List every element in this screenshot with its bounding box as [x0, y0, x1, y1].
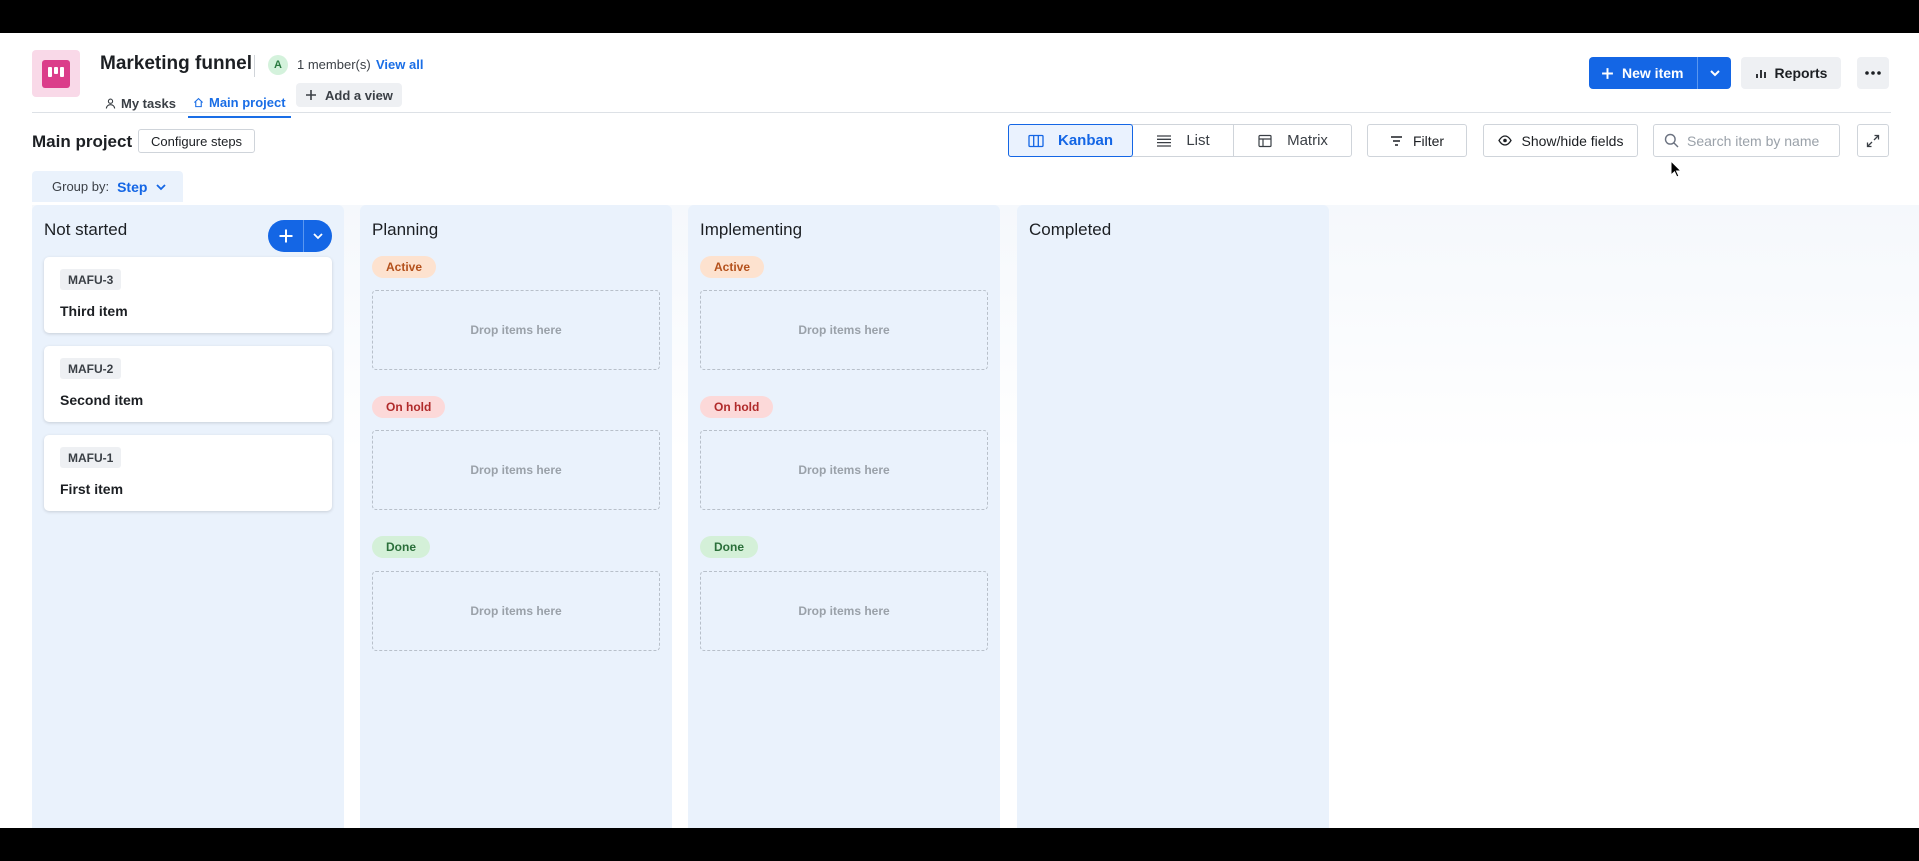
- group-by-label: Group by:: [52, 179, 110, 194]
- drop-zone[interactable]: Drop items here: [372, 430, 660, 510]
- header-divider: [32, 112, 1891, 113]
- plus-icon: [279, 229, 292, 243]
- column-title: Implementing: [700, 220, 803, 239]
- filter-button[interactable]: Filter: [1367, 124, 1467, 157]
- mouse-cursor-icon: [1670, 160, 1682, 178]
- column-completed[interactable]: Completed: [1017, 205, 1329, 828]
- view-all-link[interactable]: View all: [376, 57, 423, 72]
- drop-zone[interactable]: Drop items here: [700, 290, 988, 370]
- group-by-control: Group by: Step: [32, 171, 183, 202]
- configure-steps-button[interactable]: Configure steps: [138, 129, 256, 153]
- tab-label: My tasks: [121, 95, 176, 111]
- drop-zone[interactable]: Drop items here: [372, 571, 660, 651]
- status-badge-active: Active: [700, 256, 765, 278]
- column-title: Completed: [1029, 220, 1112, 239]
- item-card[interactable]: MAFU-1 First item: [44, 435, 332, 511]
- app-window: Marketing funnel A 1 member(s) View all …: [0, 33, 1919, 828]
- project-logo-icon: [32, 50, 80, 97]
- search-box: [1653, 124, 1840, 157]
- matrix-view-button[interactable]: Matrix: [1234, 125, 1351, 156]
- column-implementing: Implementing Active Drop items here On h…: [688, 205, 1000, 828]
- members-count: 1 member(s): [297, 57, 371, 72]
- tab-my-tasks[interactable]: My tasks: [105, 88, 176, 118]
- fullscreen-button[interactable]: [1857, 124, 1889, 157]
- tab-label: Main project: [209, 94, 286, 110]
- page-title: Main project: [32, 132, 133, 151]
- home-icon: [193, 97, 204, 107]
- item-card[interactable]: MAFU-3 Third item: [44, 257, 332, 333]
- tab-main-project[interactable]: Main project: [188, 88, 291, 118]
- add-item-dropdown[interactable]: [304, 220, 332, 252]
- column-title: Not started: [44, 220, 128, 239]
- show-hide-fields-button[interactable]: Show/hide fields: [1483, 124, 1638, 157]
- filter-icon: [1390, 135, 1402, 146]
- status-badge-done: Done: [372, 536, 430, 558]
- item-name: First item: [60, 481, 124, 497]
- drop-zone[interactable]: Drop items here: [372, 290, 660, 370]
- new-item-label: New item: [1622, 65, 1684, 81]
- add-view-button[interactable]: Add a view: [296, 83, 402, 107]
- expand-icon: [1866, 134, 1880, 147]
- status-badge-done: Done: [700, 536, 758, 558]
- kanban-icon: [1028, 134, 1044, 147]
- divider: [254, 55, 255, 77]
- new-item-button-group: New item: [1589, 57, 1732, 89]
- project-name: Marketing funnel: [100, 53, 253, 74]
- column-not-started: Not started MAFU-3 Third item MAFU-2 Sec…: [32, 205, 344, 828]
- matrix-icon: [1258, 134, 1272, 147]
- filter-label: Filter: [1412, 132, 1445, 149]
- item-key: MAFU-2: [60, 358, 122, 379]
- eye-icon: [1497, 135, 1512, 146]
- avatar[interactable]: A: [268, 55, 288, 75]
- status-badge-on-hold: On hold: [372, 396, 446, 418]
- plus-icon: [306, 90, 316, 100]
- reports-button[interactable]: Reports: [1741, 57, 1841, 89]
- more-icon: [1865, 71, 1881, 75]
- column-planning: Planning Active Drop items here On hold …: [360, 205, 672, 828]
- search-input[interactable]: [1687, 132, 1837, 149]
- drop-zone[interactable]: Drop items here: [700, 430, 988, 510]
- add-view-label: Add a view: [325, 87, 393, 103]
- new-item-button[interactable]: New item: [1589, 57, 1697, 89]
- kanban-view-button[interactable]: Kanban: [1008, 124, 1133, 157]
- search-icon: [1664, 133, 1679, 148]
- new-item-dropdown[interactable]: [1698, 57, 1731, 89]
- status-badge-on-hold: On hold: [700, 396, 774, 418]
- item-key: MAFU-3: [60, 269, 122, 290]
- item-name: Third item: [60, 303, 128, 319]
- more-options-button[interactable]: [1857, 57, 1889, 89]
- plus-icon: [1602, 67, 1613, 79]
- chevron-down-icon: [156, 183, 167, 190]
- person-icon: [105, 98, 116, 109]
- item-card[interactable]: MAFU-2 Second item: [44, 346, 332, 422]
- list-view-button[interactable]: List: [1133, 125, 1234, 156]
- bar-chart-icon: [1755, 70, 1766, 78]
- group-by-value: Step: [117, 178, 148, 195]
- chevron-down-icon: [1710, 70, 1720, 77]
- item-name: Second item: [60, 392, 144, 408]
- chevron-down-icon: [313, 233, 323, 240]
- item-key: MAFU-1: [60, 447, 122, 468]
- group-by-select[interactable]: Step: [117, 179, 167, 195]
- list-icon: [1157, 134, 1172, 147]
- add-item-button[interactable]: [268, 220, 303, 252]
- reports-label: Reports: [1774, 65, 1828, 81]
- view-switcher: Kanban List Matrix: [1008, 124, 1352, 157]
- view-label: Kanban: [1057, 132, 1113, 149]
- show-hide-label: Show/hide fields: [1521, 132, 1624, 149]
- status-badge-active: Active: [372, 256, 437, 278]
- column-title: Planning: [372, 220, 439, 239]
- drop-zone[interactable]: Drop items here: [700, 571, 988, 651]
- view-label: Matrix: [1287, 132, 1328, 149]
- view-label: List: [1186, 132, 1210, 149]
- column-add-group: [268, 220, 332, 252]
